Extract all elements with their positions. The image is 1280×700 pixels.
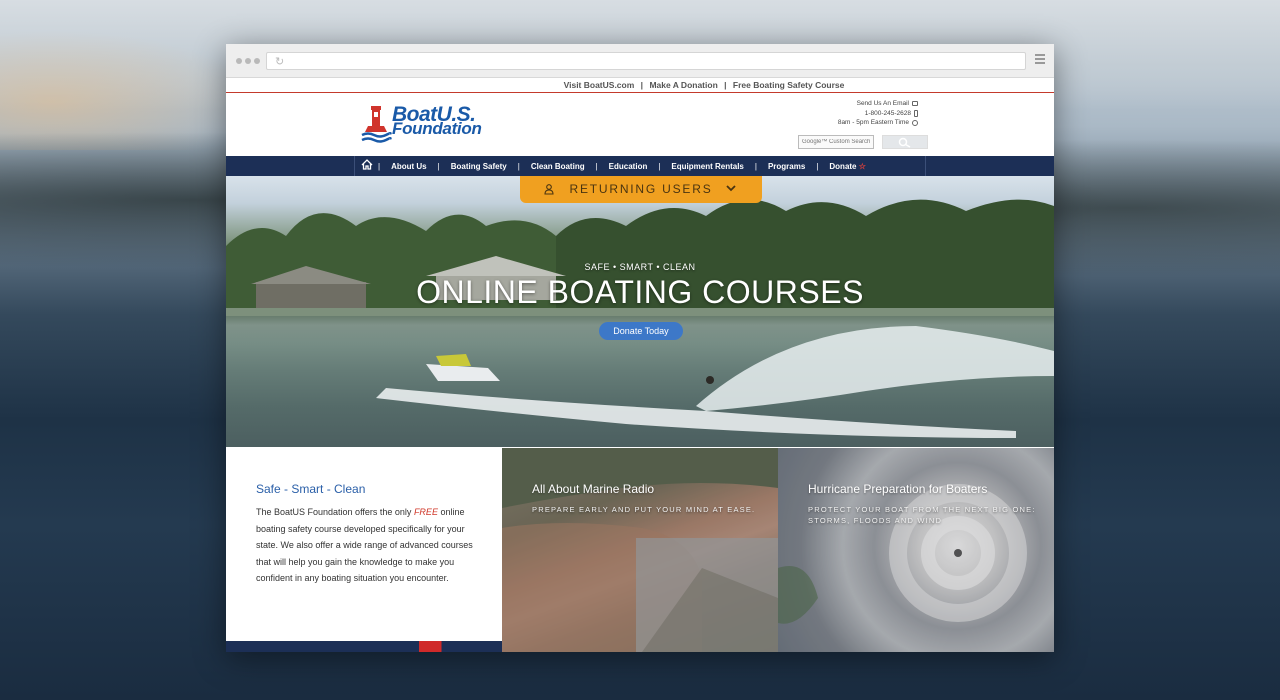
free-highlight: FREE — [413, 507, 438, 517]
nav-item-equipment-rentals[interactable]: Equipment Rentals — [660, 162, 754, 171]
link-make-donation[interactable]: Make A Donation — [649, 80, 717, 90]
phone-contact: 1-800-245-2628 — [838, 109, 918, 119]
nav-item-donate[interactable]: Donate ☆ — [818, 162, 877, 171]
hero-tagline: SAFE • SMART • CLEAN — [584, 262, 696, 272]
phone-number: 1-800-245-2628 — [864, 109, 911, 117]
user-icon — [544, 184, 554, 195]
nav-item-boating-safety[interactable]: Boating Safety — [440, 162, 518, 171]
phone-icon — [914, 109, 918, 117]
window-controls[interactable] — [236, 58, 260, 64]
nav-item-clean-boating[interactable]: Clean Boating — [520, 162, 596, 171]
card-subtitle: PROTECT YOUR BOAT FROM THE NEXT BIG ONE:… — [808, 505, 1036, 525]
search-icon — [898, 137, 911, 148]
returning-users-dropdown[interactable]: RETURNING USERS — [520, 176, 762, 203]
hero-title: ONLINE BOATING COURSES — [416, 274, 864, 310]
site-search — [798, 135, 928, 149]
clock-icon — [912, 119, 918, 126]
card-overlay — [778, 448, 1054, 652]
wake-spray — [376, 326, 1054, 438]
returning-users-label: RETURNING USERS — [569, 182, 713, 196]
email-label: Send Us An Email — [856, 100, 909, 107]
decorative-stripe — [226, 641, 502, 652]
logo-wordmark-foundation: Foundation — [392, 119, 482, 138]
card-title: Hurricane Preparation for Boaters — [808, 482, 988, 496]
separator: | — [640, 80, 644, 90]
contact-info: Send Us An Email 1-800-245-2628 8am - 5p… — [838, 99, 918, 128]
link-visit-boatus[interactable]: Visit BoatUS.com — [564, 80, 635, 90]
site-header: BoatU.S. Foundation Send Us An Email 1-8… — [226, 93, 1054, 156]
card-text: The BoatUS Foundation offers the only FR… — [256, 504, 476, 587]
card-subtitle: PREPARE EARLY AND PUT YOUR MIND AT EASE. — [532, 505, 756, 514]
card-text-part: online boating safety course developed s… — [256, 507, 473, 583]
card-title: Safe - Smart - Clean — [256, 482, 366, 496]
hero-banner: RETURNING USERS SAFE • SMART • CLEAN ONL… — [226, 176, 1054, 447]
nav-item-about-us[interactable]: About Us — [380, 162, 438, 171]
main-nav: | About Us | Boating Safety | Clean Boat… — [226, 156, 1054, 176]
email-icon — [912, 101, 918, 107]
card-overlay — [502, 448, 778, 652]
donate-today-button[interactable]: Donate Today — [599, 322, 683, 340]
card-title: All About Marine Radio — [532, 482, 655, 496]
card-safe-smart-clean: Safe - Smart - Clean The BoatUS Foundati… — [226, 448, 502, 652]
card-hurricane[interactable]: Hurricane Preparation for Boaters PROTEC… — [778, 448, 1054, 652]
star-icon: ☆ — [858, 161, 866, 171]
address-bar[interactable]: ↻ — [266, 52, 1026, 70]
browser-window: ↻ Visit BoatUS.com | Make A Donation | F… — [226, 44, 1054, 652]
buoy-logo-icon — [361, 106, 392, 143]
nav-item-programs[interactable]: Programs — [757, 162, 816, 171]
hours-text: 8am - 5pm Eastern Time — [837, 119, 909, 126]
chevron-down-icon — [726, 185, 736, 192]
feature-cards: Safe - Smart - Clean The BoatUS Foundati… — [226, 448, 1054, 652]
email-contact[interactable]: Send Us An Email — [838, 99, 918, 109]
utility-links: Visit BoatUS.com | Make A Donation | Fre… — [226, 78, 1054, 93]
separator: | — [724, 80, 727, 90]
search-button[interactable] — [882, 135, 928, 149]
home-icon[interactable] — [355, 157, 378, 175]
card-marine-radio[interactable]: All About Marine Radio PREPARE EARLY AND… — [502, 448, 778, 652]
link-free-course[interactable]: Free Boating Safety Course — [733, 80, 844, 90]
menu-icon[interactable] — [1035, 54, 1045, 64]
reload-icon[interactable]: ↻ — [275, 55, 284, 68]
hours-contact: 8am - 5pm Eastern Time — [838, 118, 918, 128]
nav-item-education[interactable]: Education — [598, 162, 659, 171]
nav-donate-label: Donate — [829, 161, 857, 171]
search-input[interactable] — [798, 135, 874, 149]
browser-chrome: ↻ — [226, 44, 1054, 78]
card-text-part: The BoatUS Foundation offers the only — [256, 507, 414, 517]
site-logo[interactable]: BoatU.S. Foundation — [360, 103, 516, 143]
